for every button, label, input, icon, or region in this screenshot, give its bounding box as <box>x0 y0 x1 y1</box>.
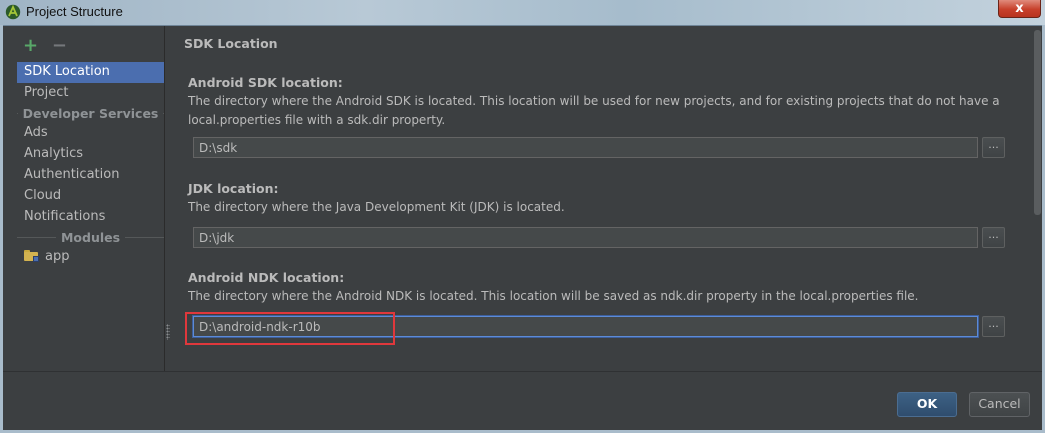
sidebar-item-sdk-location[interactable]: SDK Location <box>17 62 164 83</box>
section-developer-services-label: Developer Services <box>22 105 159 121</box>
android-sdk-description: The directory where the Android SDK is l… <box>188 94 1000 127</box>
vertical-scrollbar[interactable] <box>1034 30 1041 215</box>
android-sdk-browse-button[interactable]: ... <box>982 137 1005 158</box>
android-ndk-path-input[interactable] <box>193 316 978 337</box>
sidebar-item-app[interactable]: app <box>17 247 164 268</box>
android-ndk-description: The directory where the Android NDK is l… <box>188 289 919 303</box>
page-title: SDK Location <box>184 36 278 51</box>
title-bar: Project Structure x <box>0 0 1045 26</box>
sidebar: + − SDK Location Project Developer Servi… <box>3 26 165 371</box>
remove-icon[interactable]: − <box>52 37 67 55</box>
jdk-path-input[interactable] <box>193 227 978 248</box>
android-sdk-path-input[interactable] <box>193 137 978 158</box>
section-modules-label: Modules <box>60 229 121 245</box>
jdk-description: The directory where the Java Development… <box>188 200 565 214</box>
android-ndk-browse-button[interactable]: ... <box>982 316 1005 337</box>
cancel-button[interactable]: Cancel <box>969 392 1030 417</box>
android-sdk-label: Android SDK location: <box>188 75 343 90</box>
ok-button[interactable]: OK <box>897 392 957 417</box>
sidebar-item-cloud[interactable]: Cloud <box>17 186 164 207</box>
jdk-label: JDK location: <box>188 181 279 196</box>
sidebar-item-ads[interactable]: Ads <box>17 123 164 144</box>
sidebar-item-project[interactable]: Project <box>17 83 164 104</box>
sidebar-item-authentication[interactable]: Authentication <box>17 165 164 186</box>
android-studio-icon <box>5 4 21 20</box>
module-folder-icon <box>24 250 39 262</box>
section-modules: Modules <box>17 228 165 246</box>
sidebar-item-analytics[interactable]: Analytics <box>17 144 164 165</box>
sidebar-item-notifications[interactable]: Notifications <box>17 207 164 228</box>
window-title: Project Structure <box>26 4 123 19</box>
jdk-browse-button[interactable]: ... <box>982 227 1005 248</box>
sidebar-toolbar: + − <box>23 37 77 56</box>
sidebar-item-app-label: app <box>45 249 70 264</box>
section-developer-services: Developer Services <box>17 104 165 122</box>
add-icon[interactable]: + <box>23 37 38 55</box>
bottom-divider <box>3 371 1042 372</box>
android-ndk-label: Android NDK location: <box>188 270 345 285</box>
close-button[interactable]: x <box>998 0 1041 18</box>
sdk-location-panel: SDK Location Android SDK location: The d… <box>165 26 1042 371</box>
